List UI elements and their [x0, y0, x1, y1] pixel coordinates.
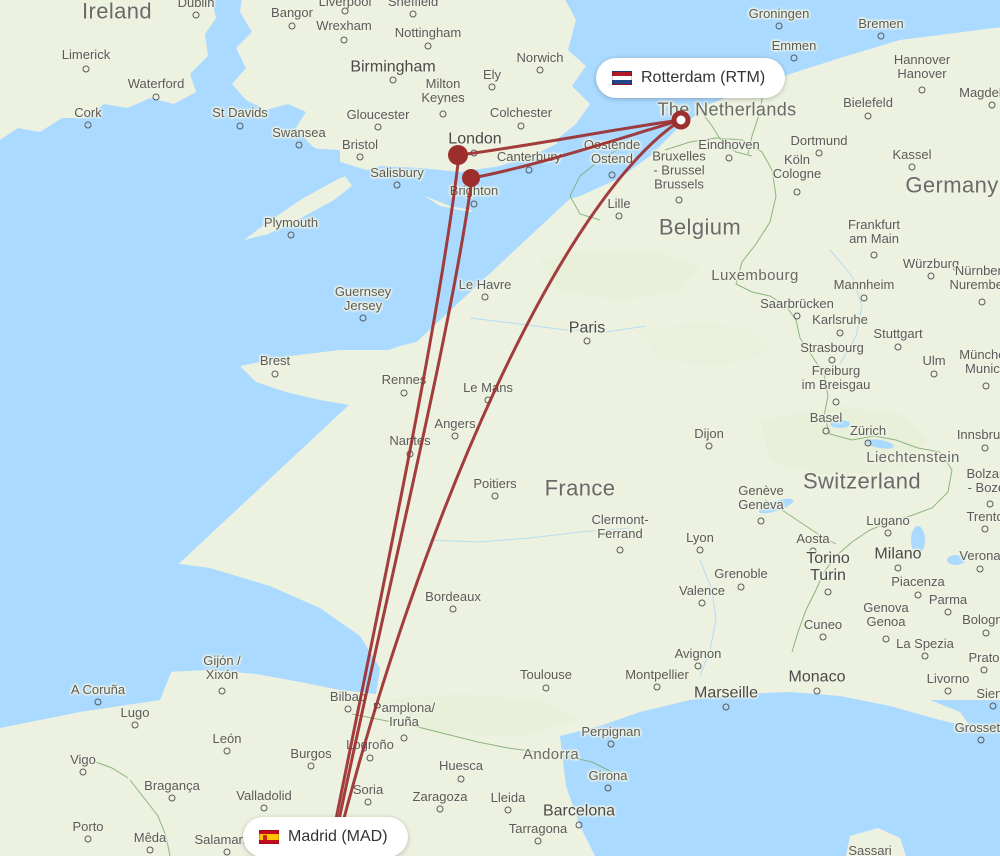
- airport-marker-rotterdam[interactable]: [671, 110, 691, 130]
- endpoint-chip-madrid[interactable]: Madrid (MAD): [243, 817, 408, 856]
- flight-routes-layer: [329, 118, 683, 847]
- spain-flag-icon: [259, 830, 279, 844]
- airport-marker-lgw[interactable]: [462, 169, 480, 187]
- flight-route-line: [335, 118, 683, 847]
- endpoint-chip-label: Madrid (MAD): [288, 828, 388, 845]
- endpoint-chip-rotterdam[interactable]: Rotterdam (RTM): [596, 58, 786, 98]
- flight-route-line: [457, 118, 683, 157]
- netherlands-flag-icon: [612, 71, 632, 85]
- flight-route-map[interactable]: .land{fill:#EDF2E0;} .land2{fill:#E6EED6…: [0, 0, 1000, 856]
- flight-route-line: [332, 176, 474, 846]
- endpoint-chip-label: Rotterdam (RTM): [641, 69, 766, 86]
- flight-route-line: [329, 153, 461, 846]
- airport-marker-lhr[interactable]: [448, 145, 468, 165]
